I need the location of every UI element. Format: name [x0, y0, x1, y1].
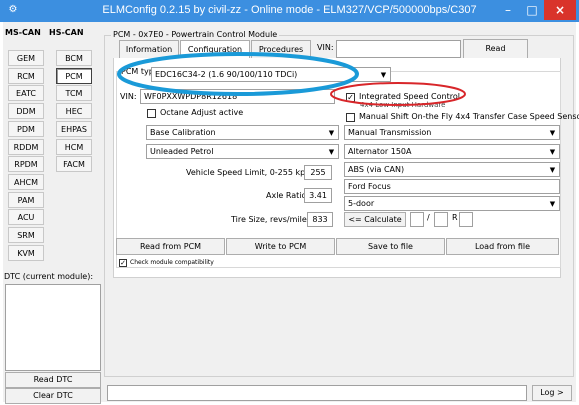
ms-module-rddm[interactable]: RDDM [8, 138, 44, 155]
tire-size-field[interactable]: 833 [307, 212, 333, 227]
ms-module-kvm[interactable]: KVM [8, 244, 44, 261]
body-value: 5-door [348, 199, 375, 208]
chevron-down-icon: ▼ [328, 129, 335, 137]
axle-ratio-field[interactable]: 3.41 [304, 188, 332, 203]
vin-label: VIN: [120, 92, 137, 101]
ms-module-srm[interactable]: SRM [8, 227, 44, 243]
model-field[interactable]: Ford Focus [344, 179, 560, 194]
octane-label: Octane Adjust active [160, 108, 244, 117]
pcm-type-select[interactable]: EDC16C34-2 (1.6 90/100/110 TDCi) ▼ [151, 67, 391, 82]
tab-ms-can[interactable]: MS-CAN [5, 28, 41, 37]
dtc-label: DTC (current module): [4, 272, 94, 281]
manual-shift-checkbox[interactable] [346, 113, 355, 122]
read-from-pcm-button[interactable]: Read from PCM [116, 238, 225, 255]
log-input[interactable] [107, 385, 527, 401]
calculate-button[interactable]: <= Calculate [344, 212, 406, 227]
slash-label: / [427, 213, 430, 222]
tab-procedures[interactable]: Procedures [251, 40, 311, 59]
hs-module-facm[interactable]: FACM [56, 156, 92, 173]
abs-value: ABS (via CAN) [348, 165, 405, 174]
read-dtc-button[interactable]: Read DTC [5, 372, 101, 388]
read-vin-button[interactable]: Read [463, 39, 528, 59]
chevron-down-icon: ▼ [549, 200, 556, 208]
hs-module-hcm[interactable]: HCM [56, 138, 92, 155]
hs-module-bcm[interactable]: BCM [56, 50, 92, 66]
body-select[interactable]: 5-door ▼ [344, 196, 560, 211]
calibration-select[interactable]: Base Calibration ▼ [146, 125, 339, 140]
title-bar: ⚙ ELMConfig 0.2.15 by civil-zz - Online … [0, 0, 579, 22]
tab-information[interactable]: Information [119, 40, 179, 59]
alternator-value: Alternator 150A [348, 147, 412, 156]
abs-select[interactable]: ABS (via CAN) ▼ [344, 162, 560, 177]
hs-module-ehpas[interactable]: EHPAS [56, 120, 92, 137]
speed-limit-field[interactable]: 255 [304, 165, 332, 180]
ms-module-ddm[interactable]: DDM [8, 103, 44, 120]
chevron-down-icon: ▼ [380, 71, 387, 79]
octane-checkbox[interactable] [147, 109, 156, 118]
tab-configuration[interactable]: Configuration [180, 40, 250, 59]
chevron-down-icon: ▼ [549, 148, 556, 156]
maximize-button[interactable]: □ [520, 0, 544, 20]
window-title: ELMConfig 0.2.15 by civil-zz - Online mo… [102, 4, 477, 16]
ms-module-acu[interactable]: ACU [8, 209, 44, 226]
load-from-file-button[interactable]: Load from file [446, 238, 559, 255]
ms-module-gem[interactable]: GEM [8, 50, 44, 66]
application-window: ⚙ ELMConfig 0.2.15 by civil-zz - Online … [0, 0, 579, 405]
hs-module-tcm[interactable]: TCM [56, 85, 92, 102]
calibration-value: Base Calibration [150, 128, 216, 137]
manual-shift-label: Manual Shift On-the Fly 4x4 Transfer Cas… [359, 112, 579, 121]
low-input-hw-label: 4x4 Low Input Hardware [360, 101, 446, 109]
tire-width-field[interactable] [410, 212, 424, 227]
fuel-select[interactable]: Unleaded Petrol ▼ [146, 144, 339, 159]
chevron-down-icon: ▼ [549, 166, 556, 174]
save-to-file-button[interactable]: Save to file [336, 238, 445, 255]
fuel-value: Unleaded Petrol [150, 147, 214, 156]
hs-module-pcm[interactable]: PCM [56, 67, 92, 84]
dtc-list[interactable] [5, 284, 101, 371]
integrated-speed-label: Integrated Speed Control [359, 92, 460, 101]
vin-top-field[interactable] [336, 40, 461, 58]
minimize-button[interactable]: – [496, 0, 520, 20]
rim-label: R [452, 213, 458, 222]
write-to-pcm-button[interactable]: Write to PCM [226, 238, 335, 255]
transmission-select[interactable]: Manual Transmission ▼ [344, 125, 560, 140]
pcm-type-value: EDC16C34-2 (1.6 90/100/110 TDCi) [155, 70, 298, 79]
tire-size-label: Tire Size, revs/mile [231, 215, 307, 224]
tire-rim-field[interactable] [459, 212, 473, 227]
check-compat-checkbox[interactable]: ✓ [119, 259, 127, 267]
ms-module-pam[interactable]: PAM [8, 191, 44, 208]
ms-module-rcm[interactable]: RCM [8, 67, 44, 84]
client-area: MS-CAN HS-CAN GEM RCM EATC DDM PDM RDDM RPDM AH… [3, 22, 579, 404]
hs-module-hec[interactable]: HEC [56, 103, 92, 120]
speed-limit-label: Vehicle Speed Limit, 0-255 kph [186, 168, 311, 177]
alternator-select[interactable]: Alternator 150A ▼ [344, 144, 560, 159]
tab-hs-can[interactable]: HS-CAN [49, 28, 84, 37]
axle-ratio-label: Axle Ratio [266, 191, 307, 200]
ms-module-ahcm[interactable]: AHCM [8, 173, 44, 190]
ms-module-eatc[interactable]: EATC [8, 85, 44, 102]
chevron-down-icon: ▼ [549, 129, 556, 137]
close-button[interactable]: × [544, 0, 576, 20]
vin-field[interactable]: WF0PXXWPDP8R12618 [140, 89, 335, 104]
transmission-value: Manual Transmission [348, 128, 432, 137]
check-compat-label: Check module compatibility [130, 259, 214, 266]
log-toggle-button[interactable]: Log > [532, 385, 572, 401]
integrated-speed-checkbox[interactable]: ✓ [346, 93, 355, 102]
module-group-title: PCM - 0x7E0 - Powertrain Control Module [111, 30, 280, 39]
ms-module-rpdm[interactable]: RPDM [8, 156, 44, 173]
tire-profile-field[interactable] [434, 212, 448, 227]
clear-dtc-button[interactable]: Clear DTC [5, 388, 101, 404]
vin-top-label: VIN: [317, 43, 334, 52]
chevron-down-icon: ▼ [328, 148, 335, 156]
ms-module-pdm[interactable]: PDM [8, 120, 44, 137]
